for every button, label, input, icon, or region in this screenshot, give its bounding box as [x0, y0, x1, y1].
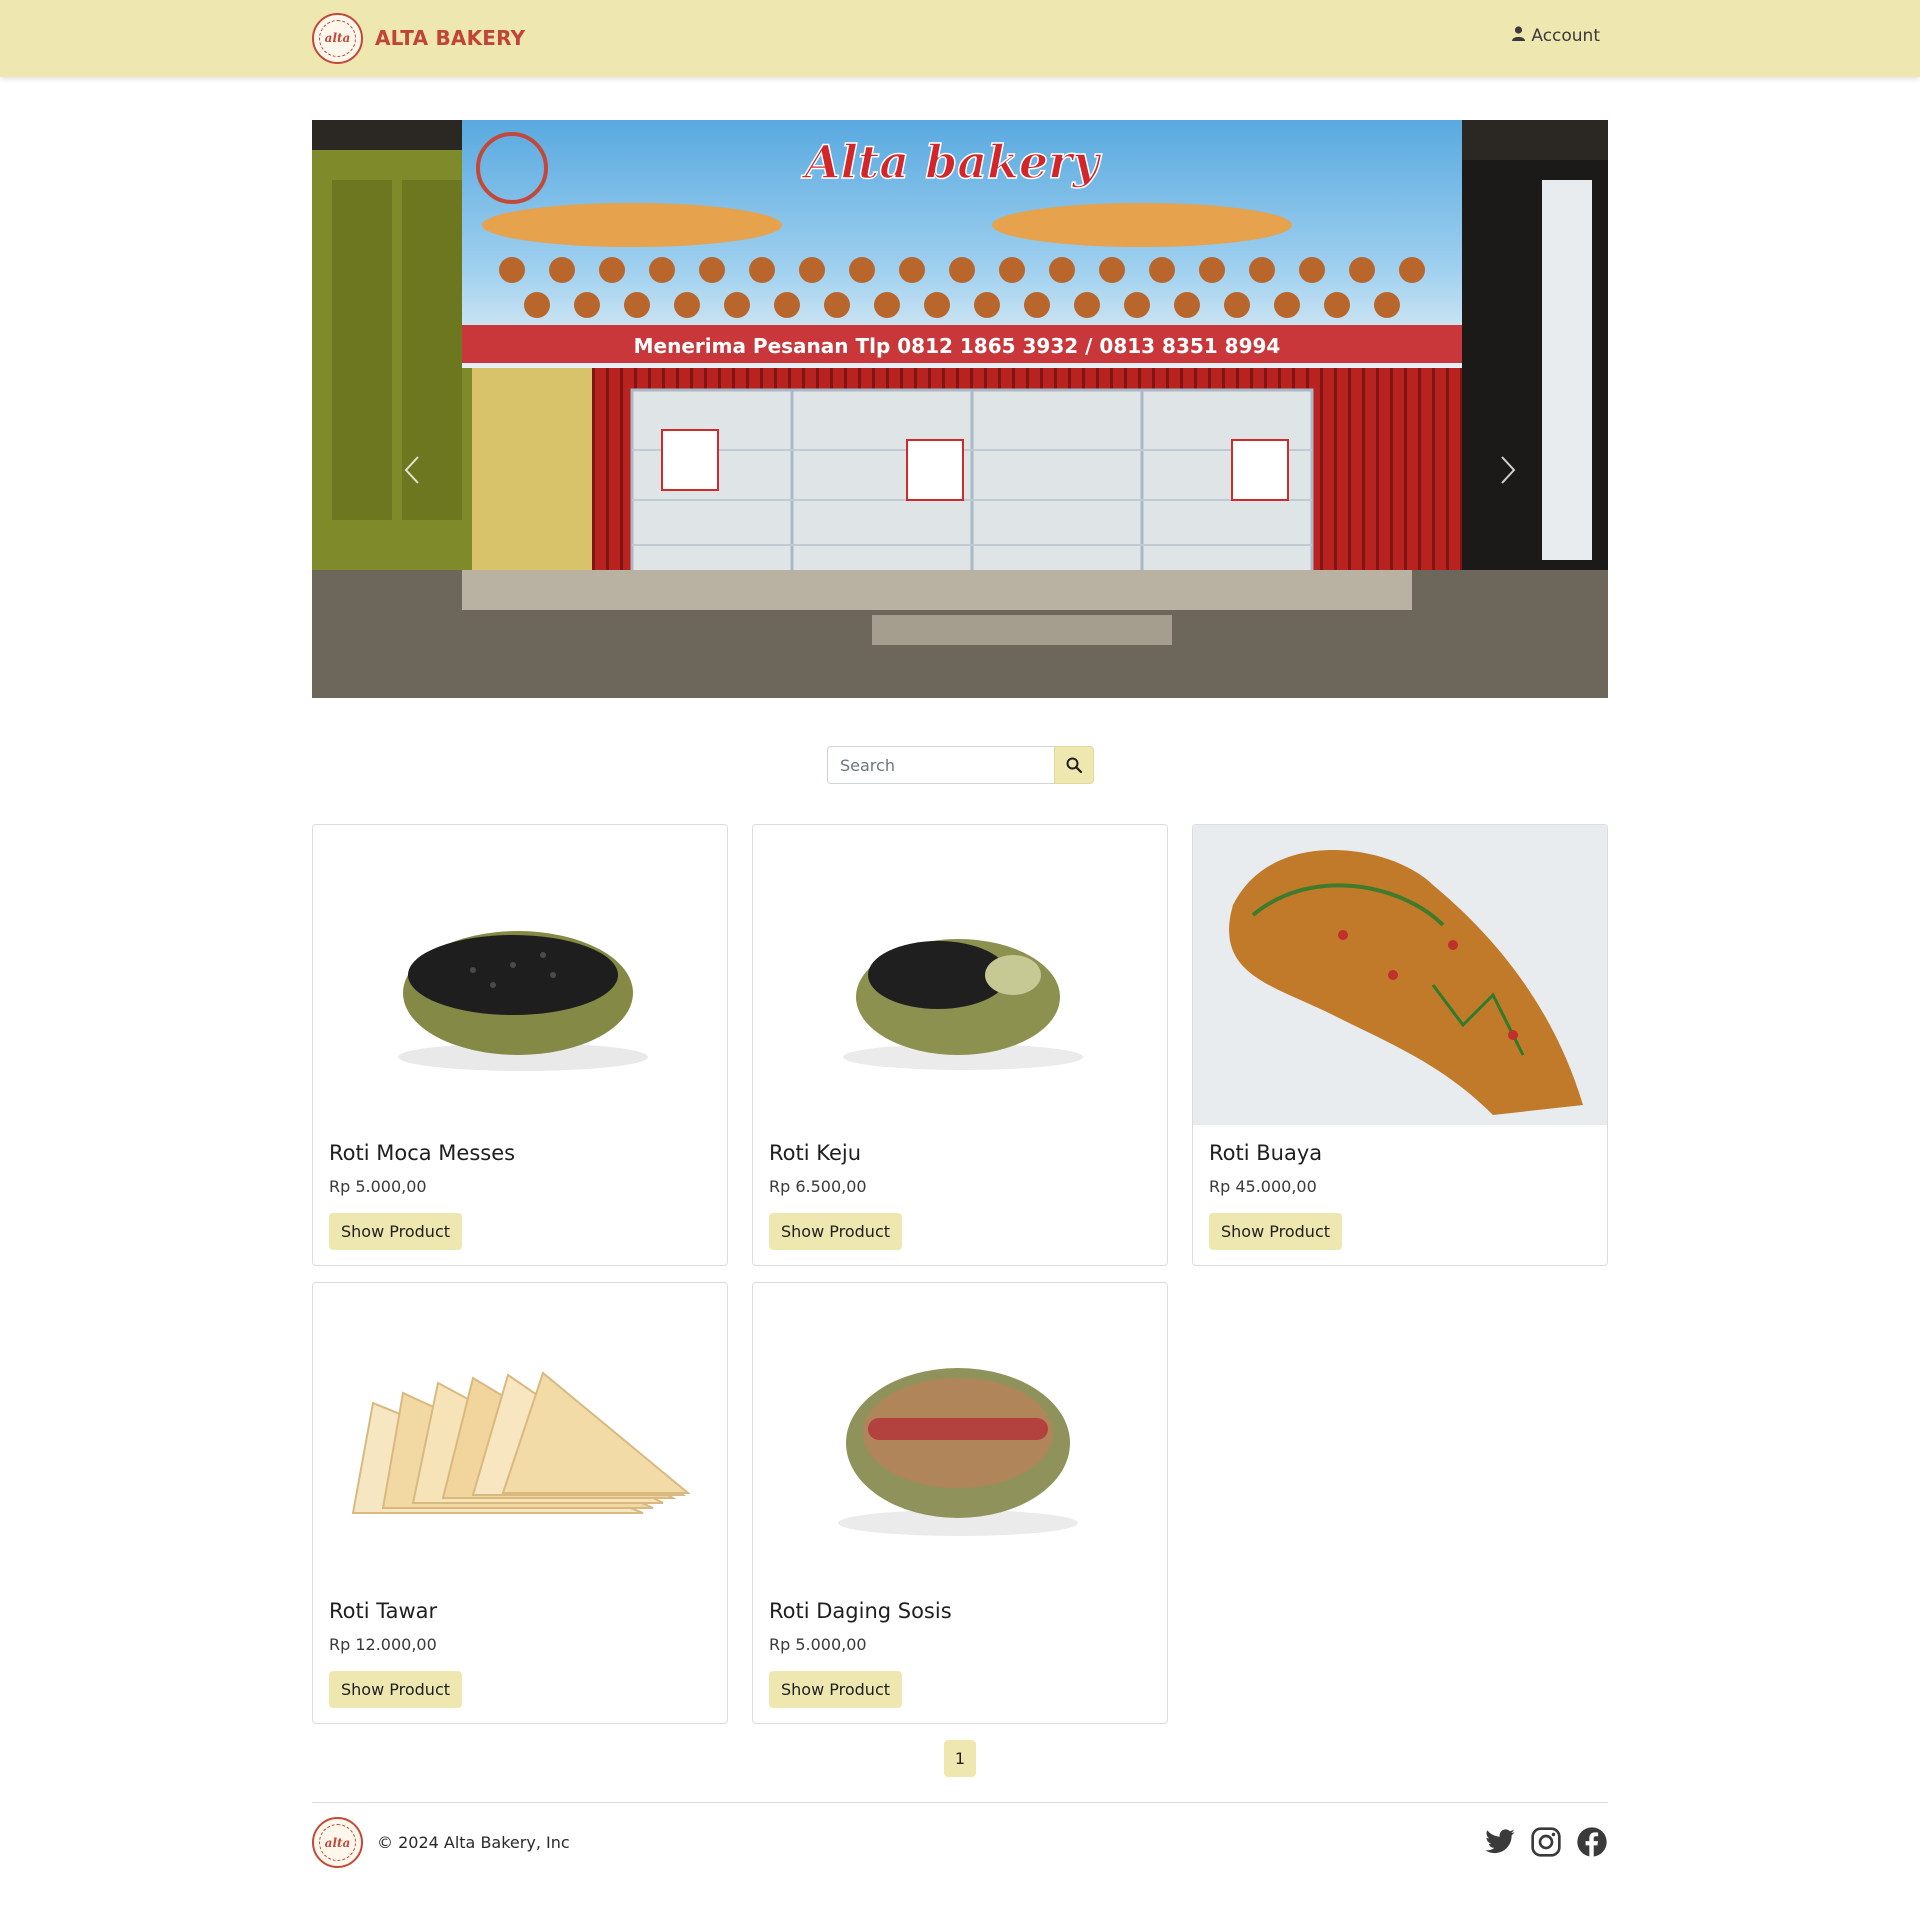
- product-price: Rp 45.000,00: [1209, 1177, 1317, 1196]
- carousel-prev-button[interactable]: [392, 450, 432, 490]
- facebook-link[interactable]: [1576, 1826, 1608, 1858]
- card-body: Roti Tawar Rp 12.000,00: [329, 1599, 711, 1655]
- carousel-next-button[interactable]: [1488, 450, 1528, 490]
- instagram-link[interactable]: [1530, 1826, 1562, 1858]
- show-product-button[interactable]: Show Product: [769, 1213, 903, 1250]
- twitter-link[interactable]: [1484, 1826, 1516, 1858]
- hero-carousel: Alta bakery Menerima Pesanan Tlp 0812 18…: [312, 120, 1608, 698]
- product-price: Rp 6.500,00: [769, 1177, 867, 1196]
- logo-text: alta: [324, 1835, 351, 1850]
- instagram-icon: [1531, 1827, 1561, 1857]
- show-product-button[interactable]: Show Product: [329, 1671, 463, 1708]
- twitter-icon: [1485, 1829, 1515, 1854]
- logo: alta: [312, 12, 363, 64]
- banner-phone: Menerima Pesanan Tlp 0812 1865 3932 / 08…: [634, 334, 1281, 358]
- product-image: [1193, 825, 1607, 1125]
- product-image: [313, 1283, 727, 1583]
- card-body: Roti Buaya Rp 45.000,00: [1209, 1141, 1591, 1197]
- product-image: [753, 825, 1167, 1125]
- account-link[interactable]: Account: [1512, 26, 1600, 46]
- footer-divider: [312, 1802, 1608, 1803]
- brand-name[interactable]: ALTA BAKERY: [375, 26, 525, 50]
- product-price: Rp 5.000,00: [769, 1635, 867, 1654]
- product-card: Roti Moca Messes Rp 5.000,00 Show Produc…: [312, 824, 728, 1266]
- product-card: Roti Keju Rp 6.500,00 Show Product: [752, 824, 1168, 1266]
- footer-logo[interactable]: alta: [312, 1817, 363, 1868]
- card-body: Roti Daging Sosis Rp 5.000,00: [769, 1599, 1151, 1655]
- product-card: Roti Daging Sosis Rp 5.000,00 Show Produ…: [752, 1282, 1168, 1724]
- product-name: Roti Buaya: [1209, 1141, 1323, 1165]
- product-price: Rp 12.000,00: [329, 1635, 437, 1654]
- product-name: Roti Moca Messes: [329, 1141, 516, 1165]
- show-product-button[interactable]: Show Product: [1209, 1213, 1343, 1250]
- navbar: alta ALTA BAKERY Account: [0, 0, 1920, 77]
- search-input[interactable]: [827, 746, 1054, 784]
- search-icon: [1066, 757, 1082, 773]
- search-form: [827, 746, 1094, 784]
- footer-brand: alta © 2024 Alta Bakery, Inc: [312, 1817, 570, 1868]
- product-card: Roti Tawar Rp 12.000,00 Show Product: [312, 1282, 728, 1724]
- product-price: Rp 5.000,00: [329, 1177, 427, 1196]
- show-product-button[interactable]: Show Product: [769, 1671, 903, 1708]
- search-button[interactable]: [1054, 746, 1094, 784]
- footer-copyright: © 2024 Alta Bakery, Inc: [377, 1833, 570, 1852]
- product-card: Roti Buaya Rp 45.000,00 Show Product: [1192, 824, 1608, 1266]
- account-label[interactable]: Account: [1531, 26, 1600, 46]
- show-product-button[interactable]: Show Product: [329, 1213, 463, 1250]
- chevron-right-icon: [1501, 456, 1516, 484]
- facebook-icon: [1577, 1827, 1607, 1857]
- banner-title: Alta bakery: [801, 135, 1103, 189]
- card-body: Roti Moca Messes Rp 5.000,00: [329, 1141, 711, 1197]
- card-body: Roti Keju Rp 6.500,00: [769, 1141, 1151, 1197]
- pagination-page-1[interactable]: 1: [944, 1740, 976, 1777]
- user-icon: [1512, 26, 1526, 46]
- logo-text: alta: [324, 31, 351, 45]
- storefront-image: Alta bakery Menerima Pesanan Tlp 0812 18…: [312, 120, 1608, 698]
- product-image: [753, 1283, 1167, 1583]
- product-name: Roti Daging Sosis: [769, 1599, 952, 1623]
- social-links: [1484, 1826, 1608, 1858]
- product-name: Roti Tawar: [329, 1599, 438, 1623]
- product-name: Roti Keju: [769, 1141, 862, 1165]
- brand[interactable]: alta ALTA BAKERY: [312, 12, 525, 64]
- chevron-left-icon: [404, 456, 419, 484]
- product-image: [313, 825, 727, 1125]
